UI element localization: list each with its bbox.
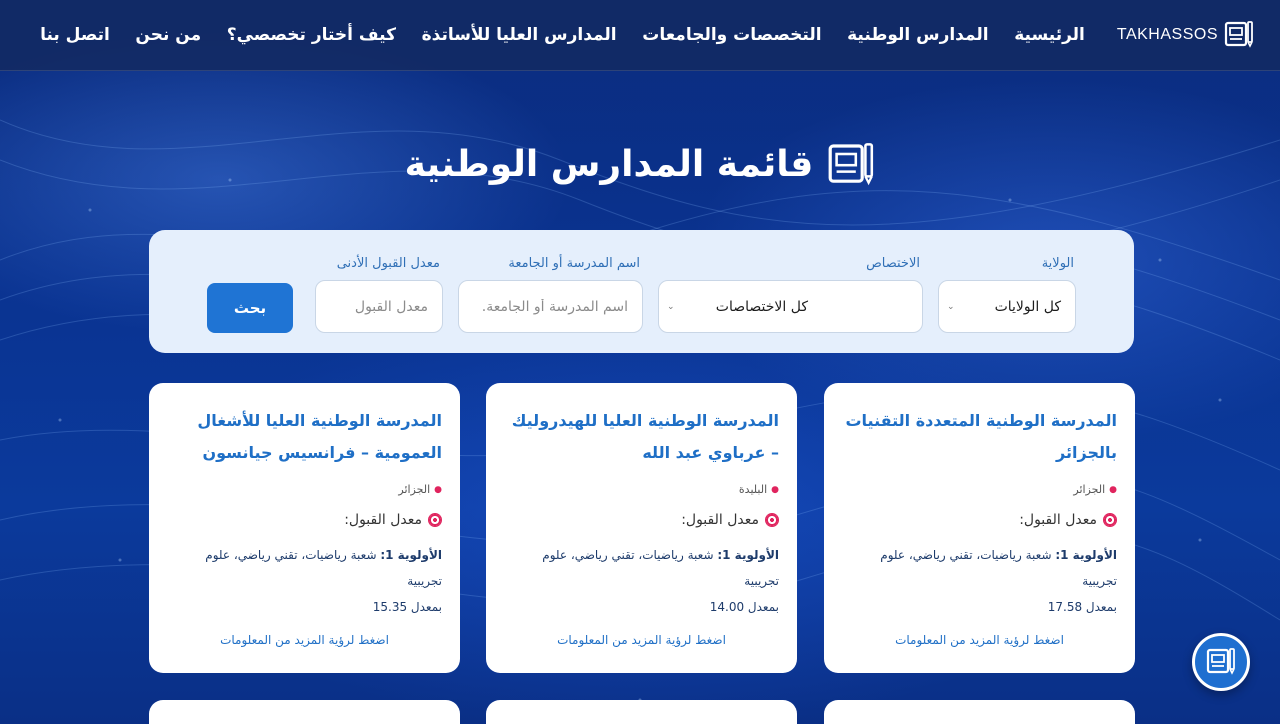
- brand-name: TAKHASSOS: [1116, 26, 1218, 43]
- nav-item-about[interactable]: من نحن: [135, 25, 201, 45]
- location-text: الجزائر: [398, 483, 431, 496]
- location-text: البليدة: [738, 483, 768, 496]
- school-rate: معدل القبول:: [842, 512, 1117, 528]
- school-card[interactable]: المدرسة الوطنية المتعددة التقنيات بالجزا…: [824, 383, 1135, 673]
- nav-item-home[interactable]: الرئيسية: [1014, 25, 1085, 45]
- school-rate: معدل القبول:: [504, 512, 779, 528]
- search-button[interactable]: بحث: [207, 283, 293, 333]
- nav-item-specialties-universities[interactable]: التخصصات والجامعات: [642, 25, 821, 45]
- page-title-block: قائمة المدارس الوطنية: [0, 138, 1280, 190]
- target-icon: [1103, 513, 1117, 527]
- school-location: ● الجزائر: [167, 483, 442, 496]
- target-icon: [765, 513, 779, 527]
- floating-action-button[interactable]: [1192, 633, 1250, 691]
- more-info-link[interactable]: اضغط لرؤية المزيد من المعلومات: [824, 633, 1135, 647]
- chevron-down-icon: ⌄: [947, 301, 955, 312]
- school-priority: الأولوية 1: شعبة رياضيات، تقني رياضي، عل…: [504, 542, 779, 620]
- priority-label: الأولوية 1:: [1055, 548, 1117, 562]
- more-info-link[interactable]: اضغط لرؤية المزيد من المعلومات: [149, 633, 460, 647]
- school-card-partial[interactable]: [486, 700, 797, 724]
- school-title[interactable]: المدرسة الوطنية العليا للأشغال العمومية …: [167, 405, 442, 469]
- location-text: الجزائر: [1073, 483, 1106, 496]
- min-rate-field[interactable]: [315, 280, 443, 333]
- school-rate: معدل القبول:: [167, 512, 442, 528]
- priority-label: الأولوية 1:: [717, 548, 779, 562]
- name-input[interactable]: [473, 298, 628, 315]
- priority-label: الأولوية 1:: [380, 548, 442, 562]
- min-rate-input[interactable]: [330, 298, 428, 315]
- specialty-value: كل الاختصاصات: [715, 298, 808, 315]
- wilaya-select[interactable]: كل الولايات ⌄: [938, 280, 1076, 333]
- min-rate-label: معدل القبول الأدنى: [336, 256, 440, 271]
- book-pencil-icon: [1224, 18, 1254, 52]
- name-field[interactable]: [458, 280, 643, 333]
- pin-icon: ●: [434, 484, 442, 495]
- target-icon: [428, 513, 442, 527]
- specialty-label: الاختصاص: [866, 256, 920, 271]
- school-card[interactable]: المدرسة الوطنية العليا للأشغال العمومية …: [149, 383, 460, 673]
- rate-label: معدل القبول:: [1019, 512, 1097, 528]
- school-card-partial[interactable]: [149, 700, 460, 724]
- rate-label: معدل القبول:: [681, 512, 759, 528]
- min-rate-text: بمعدل 15.35: [372, 600, 442, 614]
- pin-icon: ●: [1109, 484, 1117, 495]
- nav-item-teacher-schools[interactable]: المدارس العليا للأساتذة: [422, 25, 617, 45]
- school-title[interactable]: المدرسة الوطنية العليا للهيدروليك – عربا…: [504, 405, 779, 469]
- school-priority: الأولوية 1: شعبة رياضيات، تقني رياضي، عل…: [842, 542, 1117, 620]
- pin-icon: ●: [771, 484, 779, 495]
- name-label: اسم المدرسة أو الجامعة: [508, 256, 640, 271]
- chevron-down-icon: ⌄: [667, 301, 675, 312]
- nav-item-national-schools[interactable]: المدارس الوطنية: [847, 25, 989, 45]
- school-location: ● الجزائر: [842, 483, 1117, 496]
- nav-menu: الرئيسية المدارس الوطنية التخصصات والجام…: [40, 25, 1085, 45]
- school-card[interactable]: المدرسة الوطنية العليا للهيدروليك – عربا…: [486, 383, 797, 673]
- nav-item-contact[interactable]: اتصل بنا: [40, 25, 110, 45]
- specialty-select[interactable]: كل الاختصاصات ⌄: [658, 280, 923, 333]
- book-pencil-icon: [827, 138, 875, 190]
- school-card-partial[interactable]: [824, 700, 1135, 724]
- school-priority: الأولوية 1: شعبة رياضيات، تقني رياضي، عل…: [167, 542, 442, 620]
- page-title: قائمة المدارس الوطنية: [404, 143, 814, 185]
- book-pencil-icon: [1206, 645, 1236, 679]
- filter-panel: الولاية كل الولايات ⌄ الاختصاص كل الاختص…: [149, 230, 1134, 353]
- min-rate-text: بمعدل 14.00: [709, 600, 779, 614]
- school-location: ● البليدة: [504, 483, 779, 496]
- school-title[interactable]: المدرسة الوطنية المتعددة التقنيات بالجزا…: [842, 405, 1117, 469]
- min-rate-text: بمعدل 17.58: [1047, 600, 1117, 614]
- top-navbar: TAKHASSOS الرئيسية المدارس الوطنية التخص…: [0, 0, 1280, 71]
- nav-item-how-to-choose[interactable]: كيف أختار تخصصي؟: [227, 25, 396, 45]
- brand-logo[interactable]: TAKHASSOS: [1117, 18, 1254, 52]
- more-info-link[interactable]: اضغط لرؤية المزيد من المعلومات: [486, 633, 797, 647]
- wilaya-label: الولاية: [1041, 256, 1074, 271]
- wilaya-value: كل الولايات: [994, 298, 1061, 315]
- rate-label: معدل القبول:: [344, 512, 422, 528]
